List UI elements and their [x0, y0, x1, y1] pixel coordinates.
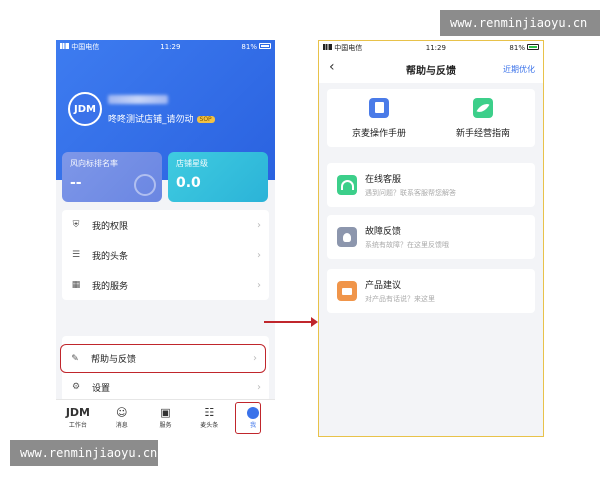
menu-item-label: 我的权限	[92, 221, 129, 232]
risk-rank-card[interactable]: 风向标排名率 --	[62, 152, 162, 202]
menu-item-rights[interactable]: ⛨ 我的权限 ›	[62, 210, 269, 240]
tab-label: 服务	[159, 422, 172, 429]
service-desc: 系统有故障？在这里反馈哦	[365, 241, 449, 249]
page-title: 帮助与反馈	[406, 65, 456, 77]
menu-item-label: 设置	[92, 383, 111, 394]
signal-icon	[60, 43, 69, 49]
guide-newbie[interactable]: 新手经营指南	[431, 89, 535, 147]
guide-label: 新手经营指南	[455, 128, 510, 139]
menu-item-label: 我的头条	[92, 251, 129, 262]
signal-icon	[323, 44, 332, 50]
carrier: 中国电信	[334, 44, 363, 52]
username-redacted	[108, 95, 168, 104]
book-icon	[369, 97, 389, 118]
chevron-right-icon: ›	[257, 279, 261, 291]
tab-bar: JDM 工作台 ☺ 消息 ▣ 服务 ☷ 麦头条 我	[56, 399, 275, 435]
back-arrow-icon[interactable]: ‹	[329, 59, 335, 75]
bulb-icon	[337, 227, 357, 247]
menu-item-label: 我的服务	[92, 281, 129, 292]
arrow-head-icon	[311, 317, 318, 327]
menu-item-label: 帮助与反馈	[91, 355, 137, 365]
left-phone-screen: 中国电信 11:29 81% JDM 咚咚测试店铺_请勿动 SOP 风向标排名率 …	[56, 40, 275, 435]
menu-item-services[interactable]: ▦ 我的服务 ›	[62, 270, 269, 300]
gear-icon: ⚙	[71, 382, 81, 392]
shop-star-value: 0.0	[176, 175, 201, 191]
tab-headlines[interactable]: ☷ 麦头条	[187, 400, 231, 435]
right-phone-screen: 中国电信 11:29 81% ‹ 帮助与反馈 近期优化 京麦操作手册 新手经营指…	[318, 40, 544, 437]
menu-item-help-feedback[interactable]: ✎ 帮助与反馈 ›	[60, 344, 266, 373]
tab-label: 消息	[115, 422, 128, 429]
watermark-bottom: www.renminjiaoyu.cn	[10, 440, 158, 466]
tab-me[interactable]: 我	[231, 400, 275, 435]
risk-rank-title: 风向标排名率	[70, 159, 118, 168]
leaf-icon	[473, 97, 493, 118]
menu-item-settings[interactable]: ⚙ 设置 ›	[62, 372, 269, 402]
bag-icon: ▣	[160, 406, 171, 419]
smiley-icon: ☺	[115, 406, 128, 419]
mail-icon	[337, 281, 357, 301]
status-time: 11:29	[425, 44, 446, 52]
chevron-right-icon: ›	[257, 219, 261, 231]
battery-percent: 81%	[509, 44, 525, 52]
recent-updates-link[interactable]: 近期优化	[503, 64, 535, 75]
battery-icon	[526, 44, 539, 50]
shield-icon: ⛨	[72, 220, 80, 230]
tab-workbench[interactable]: JDM 工作台	[56, 400, 100, 435]
service-desc: 遇到问题？联系客服帮您解答	[365, 189, 456, 197]
chevron-right-icon: ›	[257, 249, 261, 261]
shop-type-badge: SOP	[196, 116, 215, 123]
avatar[interactable]: JDM	[68, 92, 102, 126]
tab-services[interactable]: ▣ 服务	[144, 400, 188, 435]
shop-name-text: 咚咚测试店铺_请勿动	[108, 115, 194, 125]
nav-bar: ‹ 帮助与反馈 近期优化	[319, 55, 543, 83]
tab-highlight-box	[235, 402, 262, 434]
menu-item-headlines[interactable]: ☰ 我的头条 ›	[62, 240, 269, 270]
battery-icon	[258, 43, 271, 49]
service-online-support[interactable]: 在线客服 遇到问题？联系客服帮您解答	[327, 163, 535, 207]
watermark-top: www.renminjiaoyu.cn	[440, 10, 600, 36]
chevron-right-icon: ›	[253, 353, 257, 364]
chevron-right-icon: ›	[257, 381, 261, 393]
shop-star-title: 店铺星级	[176, 159, 208, 168]
shop-star-card[interactable]: 店铺星级 0.0	[168, 152, 268, 202]
jdm-logo-icon: JDM	[65, 406, 90, 419]
status-time: 11:29	[160, 43, 181, 51]
tab-label: 工作台	[68, 422, 87, 429]
guide-label: 京麦操作手册	[351, 128, 406, 139]
menu-group: ⛨ 我的权限 › ☰ 我的头条 › ▦ 我的服务 ›	[62, 210, 269, 300]
guides-panel: 京麦操作手册 新手经营指南	[327, 89, 535, 147]
service-name: 故障反馈	[365, 227, 402, 237]
service-product-suggestion[interactable]: 产品建议 对产品有话说？来这里	[327, 269, 535, 313]
guide-manual[interactable]: 京麦操作手册	[327, 89, 431, 147]
document-icon: ☰	[71, 250, 81, 260]
edit-icon: ✎	[71, 353, 79, 364]
service-desc: 对产品有话说？来这里	[365, 295, 435, 303]
battery-percent: 81%	[241, 43, 257, 51]
carrier: 中国电信	[71, 43, 100, 51]
tab-label: 麦头条	[200, 422, 219, 429]
target-icon	[134, 174, 156, 196]
shop-name: 咚咚测试店铺_请勿动 SOP	[108, 112, 215, 125]
tab-messages[interactable]: ☺ 消息	[100, 400, 144, 435]
status-bar: 中国电信 11:29 81%	[56, 40, 275, 54]
service-name: 在线客服	[365, 175, 402, 185]
service-fault-report[interactable]: 故障反馈 系统有故障？在这里反馈哦	[327, 215, 535, 259]
arrow-line	[264, 321, 314, 323]
news-icon: ☷	[204, 406, 215, 419]
status-bar: 中国电信 11:29 81%	[319, 41, 543, 55]
grid-icon: ▦	[71, 280, 81, 290]
headset-icon	[337, 175, 357, 195]
service-name: 产品建议	[365, 281, 402, 291]
